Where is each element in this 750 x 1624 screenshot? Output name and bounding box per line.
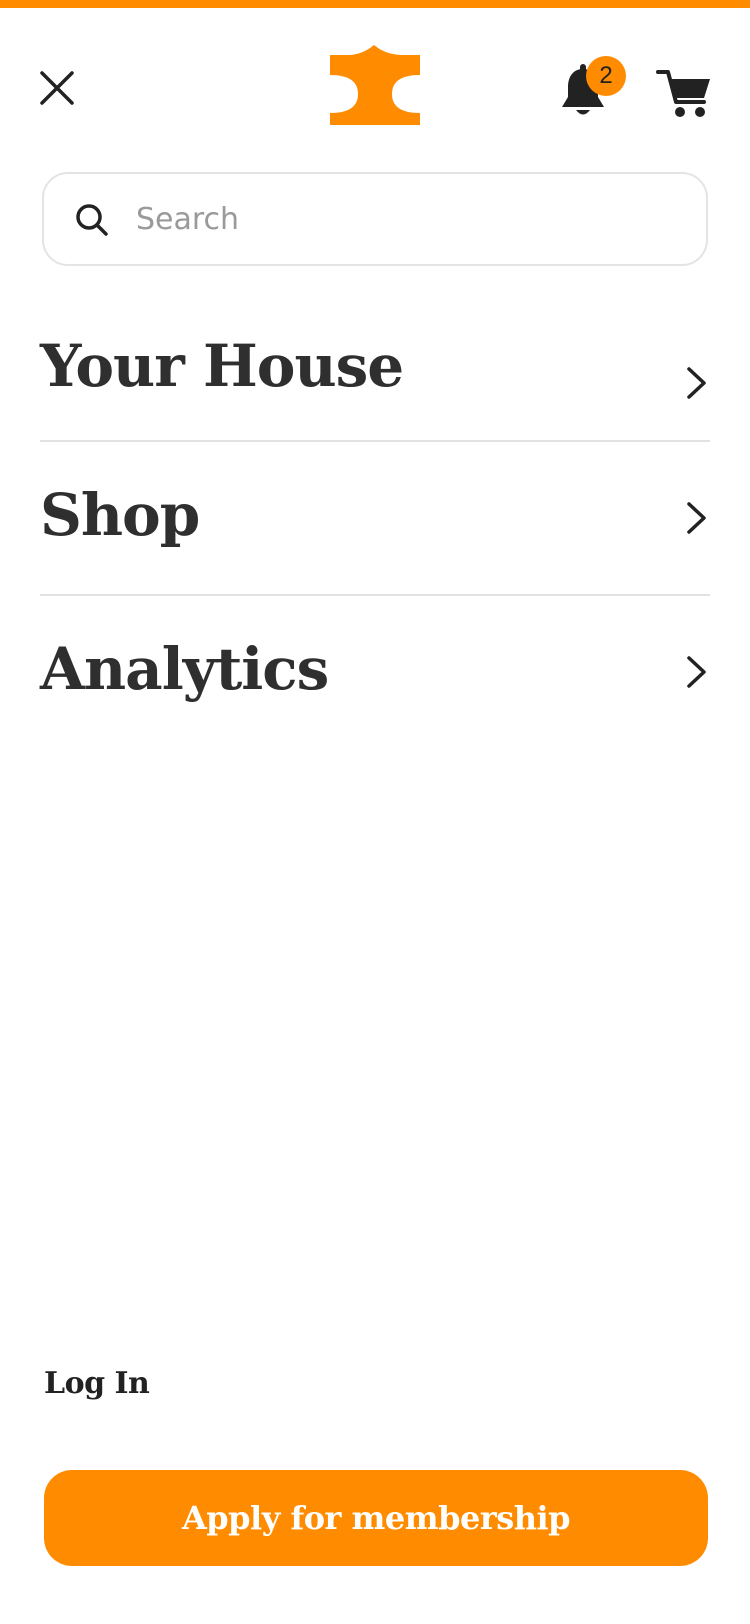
close-button[interactable] bbox=[32, 63, 82, 113]
login-link[interactable]: Log In bbox=[44, 1366, 150, 1401]
search-bar bbox=[42, 172, 708, 266]
menu-item-your-house[interactable]: Your House bbox=[40, 320, 710, 420]
apply-membership-button[interactable]: Apply for membership bbox=[44, 1470, 708, 1566]
cart-icon bbox=[656, 70, 710, 117]
close-icon bbox=[40, 71, 74, 105]
menu-divider bbox=[40, 594, 710, 596]
top-accent-bar bbox=[0, 0, 750, 8]
chevron-right-icon bbox=[687, 502, 706, 534]
brand-logo-icon[interactable] bbox=[330, 43, 420, 125]
notification-badge: 2 bbox=[586, 56, 626, 96]
menu-item-label: Shop bbox=[40, 481, 200, 549]
menu-divider bbox=[40, 440, 710, 442]
menu-item-analytics[interactable]: Analytics bbox=[40, 612, 710, 732]
cart-button[interactable] bbox=[656, 68, 712, 120]
menu-item-label: Your House bbox=[40, 332, 404, 400]
search-input[interactable] bbox=[136, 190, 676, 248]
menu-item-label: Analytics bbox=[40, 635, 329, 703]
search-icon bbox=[76, 204, 108, 236]
menu-item-shop[interactable]: Shop bbox=[40, 458, 710, 578]
header: 2 bbox=[0, 8, 750, 158]
chevron-right-icon bbox=[687, 367, 706, 399]
chevron-right-icon bbox=[687, 656, 706, 688]
